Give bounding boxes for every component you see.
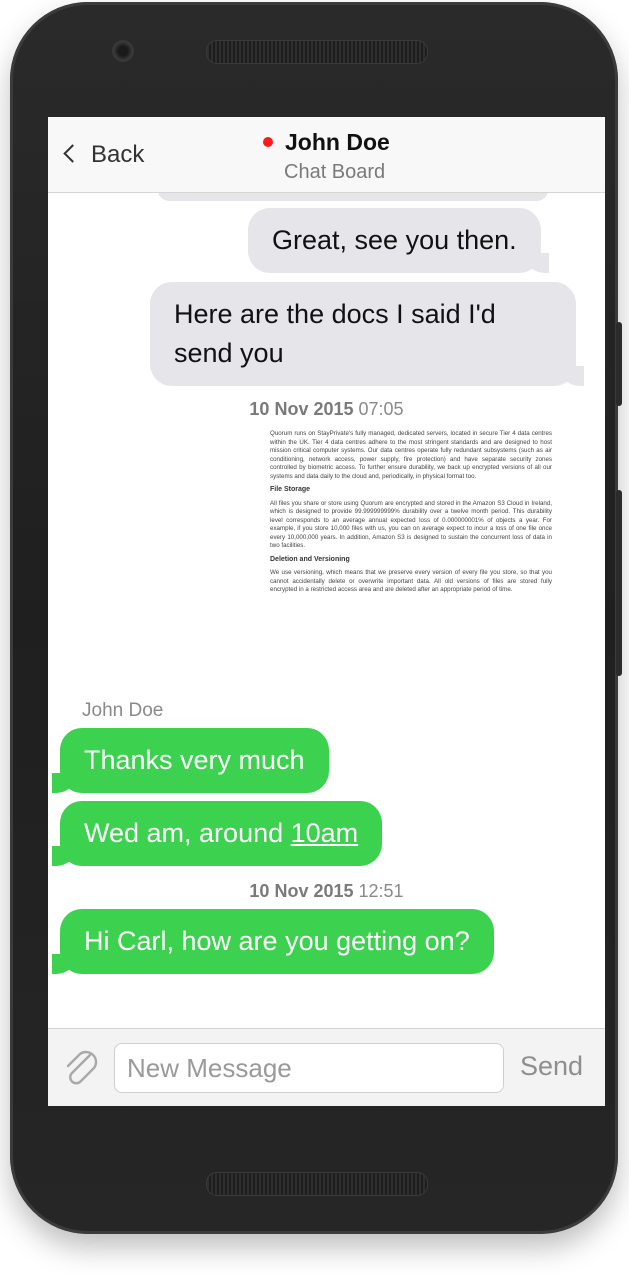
message-incoming: Hi Carl, how are you getting on? [52, 909, 494, 974]
back-label: Back [91, 141, 145, 168]
timestamp-time: 12:51 [358, 881, 404, 901]
message-outgoing: Here are the docs I said I'd send you [150, 282, 584, 386]
timestamp: 10 Nov 2015 12:51 [48, 881, 605, 902]
message-text: Great, see you then. [272, 225, 517, 255]
message-outgoing: Great, see you then. [248, 208, 549, 273]
document-heading: File Storage [270, 486, 311, 493]
message-composer: Send [48, 1028, 605, 1106]
contact-name: John Doe [285, 129, 390, 155]
message-text: Thanks very much [84, 745, 305, 775]
back-button[interactable]: Back [63, 141, 145, 169]
message-input[interactable] [114, 1043, 504, 1093]
timestamp-time: 07:05 [358, 399, 404, 419]
timestamp: 10 Nov 2015 07:05 [48, 399, 605, 420]
sender-name: John Doe [82, 700, 164, 721]
camera-icon [112, 40, 134, 62]
message-incoming: Wed am, around 10am [51, 801, 383, 866]
time-link[interactable]: 10am [291, 818, 359, 848]
message-incoming: Thanks very much [52, 728, 329, 793]
send-button[interactable]: Send [520, 1051, 583, 1082]
online-dot-icon [263, 137, 273, 147]
paperclip-icon[interactable] [60, 1045, 100, 1089]
message-text: Here are the docs I said I'd send you [174, 299, 496, 368]
document-paragraph: All files you share or store using Quoru… [270, 499, 552, 550]
document-heading: Deletion and Versioning [270, 555, 350, 563]
message-text: Hi Carl, how are you getting on? [84, 926, 470, 956]
timestamp-date: 10 Nov 2015 [249, 881, 354, 901]
bottom-speaker [206, 1172, 428, 1196]
volume-button [616, 322, 622, 406]
chat-screen: Back John Doe Chat Board Great, see you … [48, 117, 605, 1106]
power-button [616, 490, 622, 676]
chevron-left-icon [63, 144, 82, 163]
chat-header: Back John Doe Chat Board [48, 117, 605, 193]
document-attachment[interactable]: Quorum runs on StayPrivate's fully manag… [270, 430, 552, 688]
document-paragraph: We use versioning, which means that we p… [270, 569, 552, 593]
document-paragraph: Quorum runs on StayPrivate's fully manag… [270, 430, 552, 480]
chat-subtitle: Chat Board [284, 161, 386, 183]
timestamp-date: 10 Nov 2015 [249, 399, 354, 419]
earpiece-speaker [206, 40, 428, 64]
message-text: Wed am, around [84, 818, 291, 848]
